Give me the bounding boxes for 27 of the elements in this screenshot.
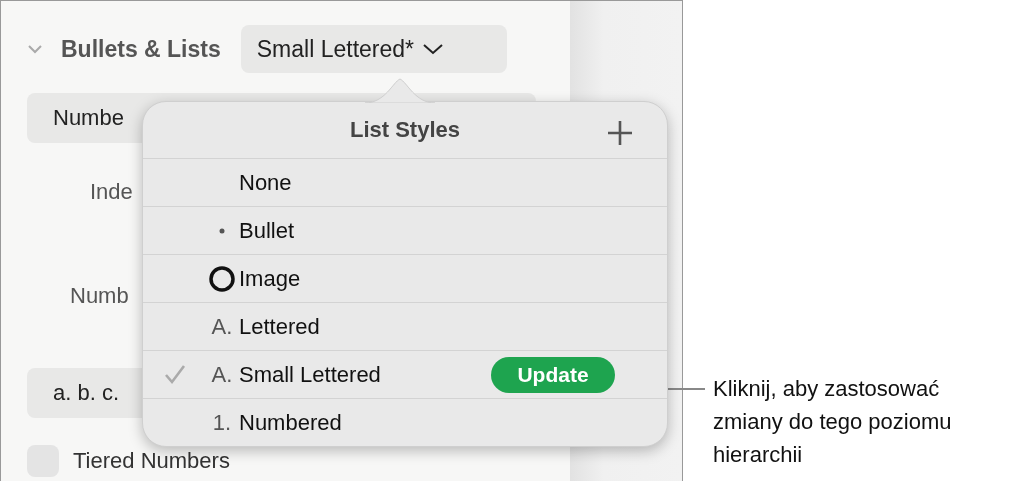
callout-text: Kliknij, aby zastosować zmiany do tego poziomu hierarchii bbox=[713, 375, 953, 469]
item-label: Lettered bbox=[239, 313, 321, 340]
chevron-icon[interactable] bbox=[27, 44, 43, 54]
list-style-item[interactable]: None bbox=[143, 159, 667, 207]
list-style-item[interactable]: 1. Numbered bbox=[143, 399, 667, 446]
list-style-item[interactable]: A. Lettered bbox=[143, 303, 667, 351]
item-label: None bbox=[239, 169, 293, 196]
add-icon[interactable] bbox=[607, 120, 633, 146]
list-style-item[interactable]: Bullet bbox=[143, 207, 667, 255]
list-style-item[interactable]: Image bbox=[143, 255, 667, 303]
item-label: Image bbox=[239, 265, 302, 292]
style-dropdown[interactable]: Small Lettered* bbox=[240, 25, 507, 73]
checkbox-label: Tiered Numbers bbox=[73, 448, 230, 474]
list-marker: A. bbox=[211, 313, 233, 340]
section-title: Bullets & Lists bbox=[61, 35, 221, 63]
list-marker: A. bbox=[211, 361, 233, 388]
item-label: Numbered bbox=[239, 409, 343, 436]
list-style-item[interactable]: A. Small Lettered Update bbox=[143, 351, 667, 399]
circle-icon bbox=[208, 264, 236, 293]
item-label: Small Lettered bbox=[239, 361, 382, 388]
field-label: Numb bbox=[70, 283, 129, 309]
chevron-down-icon bbox=[422, 42, 444, 56]
item-label: Bullet bbox=[239, 217, 296, 244]
popover-title: List Styles bbox=[349, 117, 460, 143]
list-marker: 1. bbox=[212, 409, 232, 436]
field-label: Inde bbox=[90, 179, 133, 205]
bullet-icon bbox=[219, 227, 225, 234]
